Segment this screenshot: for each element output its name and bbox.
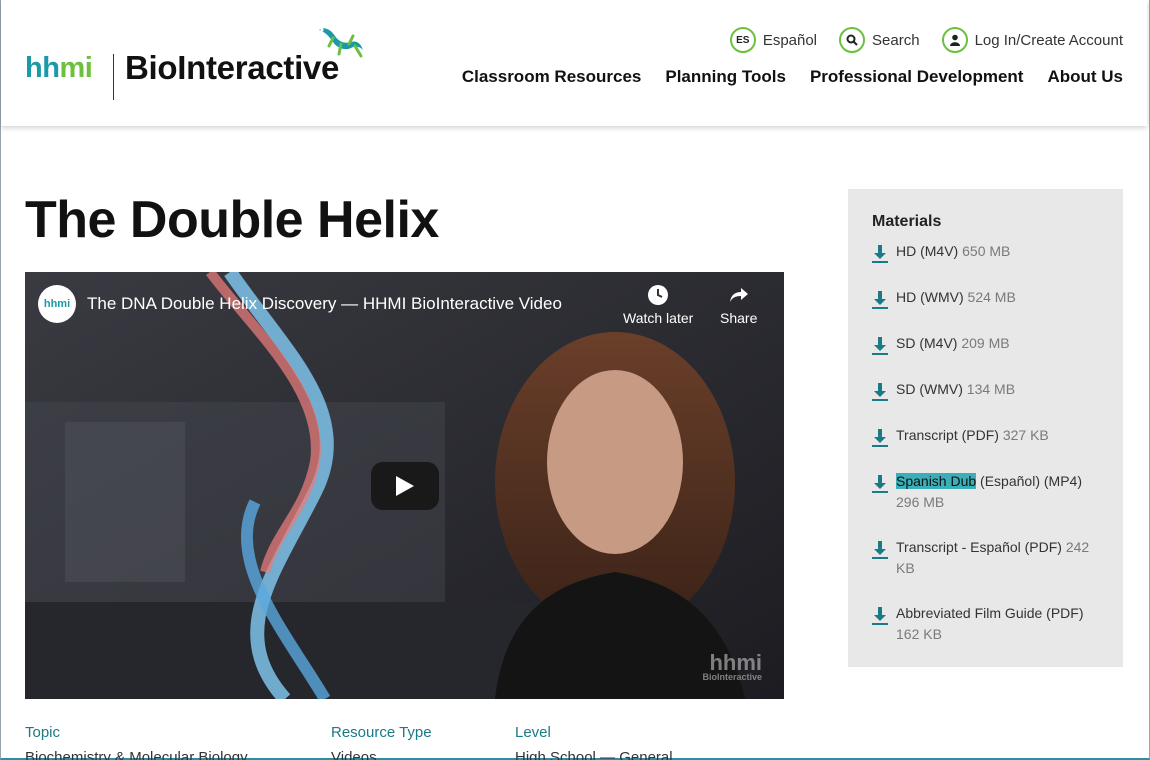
meta-topic: Topic Biochemistry & Molecular Biology xyxy=(25,724,248,760)
material-label: Abbreviated Film Guide (PDF) xyxy=(896,605,1084,621)
level-value[interactable]: High School — General xyxy=(515,749,673,760)
share-icon xyxy=(729,288,748,302)
login-label: Log In/Create Account xyxy=(974,31,1123,49)
resource-type-value[interactable]: Videos xyxy=(331,749,432,760)
material-label: Transcript - Español (PDF) xyxy=(896,539,1062,555)
play-button[interactable] xyxy=(371,462,439,510)
material-text: SD (M4V) 209 MB xyxy=(896,333,1010,354)
material-size: 209 MB xyxy=(961,335,1010,351)
material-size: 524 MB xyxy=(967,289,1016,305)
hhmi-logo: hhmi xyxy=(25,52,93,84)
download-icon xyxy=(872,337,888,355)
download-icon xyxy=(872,245,888,263)
material-text: HD (M4V) 650 MB xyxy=(896,241,1010,262)
material-download-link[interactable]: Transcript - Español (PDF) 242 KB xyxy=(872,537,1099,579)
material-label: Transcript (PDF) xyxy=(896,427,999,443)
site-header: hhmi BioInteractive ES Español Search Lo… xyxy=(1,0,1147,126)
material-text: HD (WMV) 524 MB xyxy=(896,287,1016,308)
level-label: Level xyxy=(515,724,551,741)
download-icon xyxy=(872,607,888,625)
channel-avatar[interactable]: hhmi xyxy=(38,285,76,323)
topic-label: Topic xyxy=(25,724,61,741)
material-label: SD (M4V) xyxy=(896,335,958,351)
share-button[interactable]: Share xyxy=(720,284,757,326)
material-download-link[interactable]: SD (WMV) 134 MB xyxy=(872,379,1099,401)
material-text: Abbreviated Film Guide (PDF) 162 KB xyxy=(896,603,1099,645)
search-icon xyxy=(839,27,866,53)
play-icon xyxy=(396,476,414,496)
login-button[interactable]: Log In/Create Account xyxy=(941,27,1123,53)
materials-heading: Materials xyxy=(872,213,942,230)
nav-classroom-resources[interactable]: Classroom Resources xyxy=(462,67,642,87)
material-text: SD (WMV) 134 MB xyxy=(896,379,1015,400)
watch-later-button[interactable]: Watch later xyxy=(623,284,693,326)
materials-list: HD (M4V) 650 MB HD (WMV) 524 MB SD (M4V) 2… xyxy=(872,241,1099,645)
watch-later-label: Watch later xyxy=(623,310,694,326)
material-size: 162 KB xyxy=(896,626,942,642)
material-size: 296 MB xyxy=(896,494,945,510)
download-icon xyxy=(872,383,888,401)
search-button[interactable]: Search xyxy=(839,27,920,53)
material-download-link[interactable]: Abbreviated Film Guide (PDF) 162 KB xyxy=(872,603,1099,645)
material-text: Transcript (PDF) 327 KB xyxy=(896,425,1049,446)
material-label: HD (M4V) xyxy=(896,243,959,259)
utility-nav: ES Español Search Log In/Create Account xyxy=(729,27,1123,53)
video-title[interactable]: The DNA Double Helix Discovery — HHMI Bi… xyxy=(87,294,562,314)
download-icon xyxy=(872,541,888,559)
highlighted-text: Spanish Dub xyxy=(896,473,977,489)
material-size: 327 KB xyxy=(1002,427,1049,443)
site-logo[interactable]: hhmi BioInteractive xyxy=(25,22,370,102)
share-label: Share xyxy=(720,310,758,326)
clock-icon xyxy=(648,285,669,305)
nav-planning-tools[interactable]: Planning Tools xyxy=(665,67,786,87)
watermark-biointeractive: BioInteractive xyxy=(702,671,762,682)
material-size: 650 MB xyxy=(962,243,1011,259)
video-player[interactable]: hhmi The DNA Double Helix Discovery — HH… xyxy=(25,272,784,699)
material-size: 134 MB xyxy=(966,381,1016,397)
resource-type-label: Resource Type xyxy=(331,724,432,741)
download-icon xyxy=(872,475,888,493)
search-label: Search xyxy=(872,31,920,49)
material-label: SD (WMV) xyxy=(896,381,963,397)
language-label: Español xyxy=(762,31,818,49)
material-text: Spanish Dub (Español) (MP4) 296 MB xyxy=(896,471,1099,513)
language-badge: ES xyxy=(729,27,756,53)
material-download-link[interactable]: SD (M4V) 209 MB xyxy=(872,333,1099,355)
material-download-link[interactable]: HD (WMV) 524 MB xyxy=(872,287,1099,309)
nav-professional-development[interactable]: Professional Development xyxy=(810,67,1024,87)
material-text: Transcript - Español (PDF) 242 KB xyxy=(896,537,1099,579)
nav-about-us[interactable]: About Us xyxy=(1047,67,1123,87)
download-icon xyxy=(872,429,888,447)
material-label: HD (WMV) xyxy=(896,289,964,305)
page-title: The Double Helix xyxy=(25,191,439,249)
material-download-link[interactable]: Spanish Dub (Español) (MP4) 296 MB xyxy=(872,471,1099,513)
video-watermark: hhmi BioInteractive xyxy=(702,652,762,682)
topic-value[interactable]: Biochemistry & Molecular Biology xyxy=(25,749,248,760)
download-icon xyxy=(872,291,888,309)
user-icon xyxy=(941,27,968,53)
language-toggle[interactable]: ES Español xyxy=(729,27,818,53)
lizard-logo-icon xyxy=(319,28,363,58)
material-download-link[interactable]: HD (M4V) 650 MB xyxy=(872,241,1099,263)
meta-level: Level High School — General xyxy=(515,724,673,760)
logo-divider xyxy=(113,54,114,100)
material-download-link[interactable]: Transcript (PDF) 327 KB xyxy=(872,425,1099,447)
meta-resource-type: Resource Type Videos xyxy=(331,724,432,760)
material-label: (Español) (MP4) xyxy=(976,473,1082,489)
main-nav: Classroom Resources Planning Tools Profe… xyxy=(462,67,1123,87)
materials-panel: Materials HD (M4V) 650 MB HD (WMV) 524 MB… xyxy=(848,189,1123,667)
biointeractive-wordmark: BioInteractive xyxy=(125,49,340,86)
